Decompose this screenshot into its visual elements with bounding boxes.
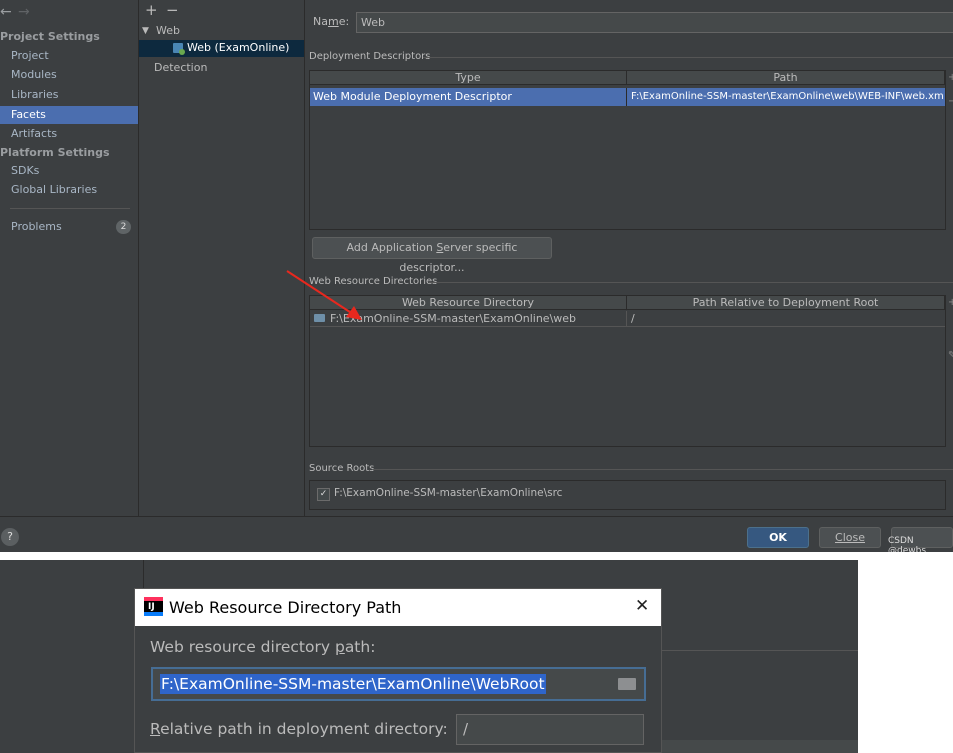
- nav-item-project[interactable]: Project: [0, 47, 138, 65]
- group-divider: [423, 57, 953, 58]
- problems-count-badge: 2: [116, 220, 131, 234]
- remove-descriptor-icon[interactable]: −: [948, 96, 953, 107]
- path-input[interactable]: F:\ExamOnline-SSM-master\ExamOnline\WebR…: [151, 667, 646, 701]
- project-structure-panel: ← → Project Settings Project Modules Lib…: [0, 0, 953, 552]
- group-divider: [373, 469, 953, 470]
- column-header-relative-path[interactable]: Path Relative to Deployment Root: [627, 296, 945, 310]
- project-settings-header: Project Settings: [0, 30, 100, 43]
- name-label: Name:: [313, 15, 350, 28]
- watermark-text: CSDN @dewbs: [888, 536, 927, 552]
- deployment-descriptors-table: Type Path Web Module Deployment Descript…: [309, 70, 946, 230]
- expand-arrow-icon[interactable]: ▼: [142, 26, 149, 36]
- facet-config-panel: Name: Web Deployment Descriptors Type Pa…: [305, 0, 953, 516]
- dialog-button-bar: ? OK Close CSDN @dewbs: [0, 516, 953, 552]
- name-input[interactable]: Web: [356, 12, 953, 33]
- close-icon[interactable]: ✕: [635, 596, 649, 616]
- add-facet-icon[interactable]: +: [145, 1, 158, 19]
- platform-settings-header: Platform Settings: [0, 146, 110, 159]
- close-button[interactable]: Close: [819, 527, 881, 548]
- nav-item-global-libraries[interactable]: Global Libraries: [0, 181, 138, 199]
- tree-node-detection[interactable]: Detection: [154, 61, 207, 74]
- path-label: Web resource directory path:: [150, 638, 376, 656]
- nav-item-sdks[interactable]: SDKs: [0, 162, 138, 180]
- source-roots-title: Source Roots: [309, 463, 375, 474]
- table-row[interactable]: F:\ExamOnline-SSM-master\ExamOnline\web …: [310, 311, 945, 327]
- tree-node-web-examonline[interactable]: Web (ExamOnline): [139, 40, 304, 57]
- source-root-checkbox[interactable]: ✓: [317, 488, 330, 501]
- group-divider: [429, 282, 953, 283]
- add-server-descriptor-button[interactable]: Add Application Server specific descript…: [312, 237, 552, 274]
- add-resource-dir-icon[interactable]: +: [948, 297, 953, 308]
- facets-tree-panel: + − ▼ Web Web (ExamOnline) Detection: [139, 0, 305, 516]
- tree-node-label: Web (ExamOnline): [187, 41, 290, 54]
- descriptor-type-cell: Web Module Deployment Descriptor: [313, 90, 512, 103]
- tree-node-web[interactable]: Web: [156, 24, 180, 37]
- help-icon[interactable]: ?: [1, 528, 19, 546]
- source-roots-list: ✓ F:\ExamOnline-SSM-master\ExamOnline\sr…: [309, 480, 946, 510]
- forward-icon[interactable]: →: [18, 4, 30, 20]
- intellij-app-icon: IJ: [144, 597, 163, 616]
- dialog-title: Web Resource Directory Path: [169, 598, 402, 617]
- annotation-arrow-icon: [286, 270, 362, 320]
- back-icon[interactable]: ←: [0, 4, 12, 20]
- table-row[interactable]: Web Module Deployment Descriptor F:\Exam…: [310, 88, 945, 106]
- remove-facet-icon[interactable]: −: [166, 1, 179, 19]
- problems-label: Problems: [11, 220, 62, 233]
- ok-button[interactable]: OK: [747, 527, 809, 548]
- nav-item-modules[interactable]: Modules: [0, 66, 138, 84]
- dialog-title-bar: IJ Web Resource Directory Path ✕: [135, 589, 661, 626]
- module-badge-icon: [179, 49, 185, 55]
- add-descriptor-icon[interactable]: +: [948, 72, 953, 83]
- relative-path-cell: /: [631, 312, 635, 325]
- web-resource-directory-dialog: IJ Web Resource Directory Path ✕ Web res…: [134, 588, 662, 753]
- web-resource-directories-table: Web Resource Directory Path Relative to …: [309, 295, 946, 447]
- settings-nav: ← → Project Settings Project Modules Lib…: [0, 0, 139, 516]
- nav-divider: [10, 208, 130, 209]
- nav-item-libraries[interactable]: Libraries: [0, 86, 138, 104]
- nav-item-artifacts[interactable]: Artifacts: [0, 125, 138, 143]
- source-root-path: F:\ExamOnline-SSM-master\ExamOnline\src: [334, 487, 563, 499]
- column-header-type[interactable]: Type: [310, 71, 627, 85]
- descriptor-path-cell: F:\ExamOnline-SSM-master\ExamOnline\web\…: [631, 91, 944, 102]
- nav-item-facets[interactable]: Facets: [0, 106, 138, 124]
- deployment-descriptors-title: Deployment Descriptors: [309, 51, 431, 62]
- relative-path-label: Relative path in deployment directory:: [150, 720, 448, 738]
- column-header-path[interactable]: Path: [627, 71, 945, 85]
- relative-path-input[interactable]: /: [456, 714, 644, 745]
- browse-folder-icon[interactable]: [618, 678, 636, 690]
- edit-resource-dir-icon[interactable]: ✎: [948, 350, 953, 361]
- path-input-selected-text: F:\ExamOnline-SSM-master\ExamOnline\WebR…: [160, 674, 546, 694]
- resource-dir-cell: F:\ExamOnline-SSM-master\ExamOnline\web: [330, 312, 577, 325]
